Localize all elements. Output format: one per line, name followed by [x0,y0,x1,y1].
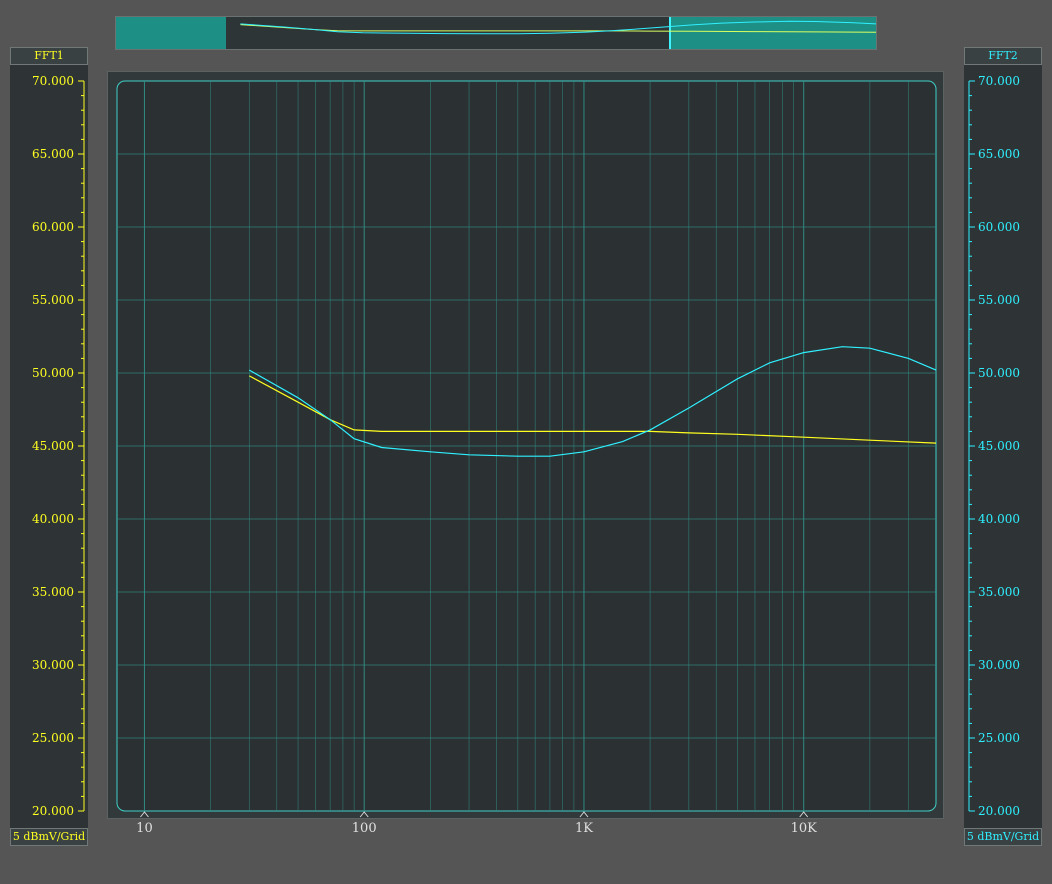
right-tick-label: 50.000 [978,366,1020,380]
left-tick-label: 30.000 [32,658,74,672]
x-axis-tick [579,811,589,818]
right-tick-label: 65.000 [978,147,1020,161]
left-tick-label: 55.000 [32,293,74,307]
left-y-axis: 20.000 25.000 30.000 35.000 40.000 45.000 50.0… [32,74,85,818]
right-tick-label: 55.000 [978,293,1020,307]
right-y-axis: 20.000 25.000 30.000 35.000 40.000 45.000 50.0… [968,74,1020,818]
x-axis-tick [799,811,809,818]
x-tick-label: 100 [352,821,377,836]
right-tick-label: 60.000 [978,220,1020,234]
x-axis: 10 100 1K 10K [136,811,818,836]
right-tick-label: 40.000 [978,512,1020,526]
left-tick-label: 35.000 [32,585,74,599]
right-tick-label: 70.000 [978,74,1020,88]
x-tick-label: 1K [575,821,593,836]
right-tick-label: 25.000 [978,731,1020,745]
right-tick-label: 45.000 [978,439,1020,453]
left-tick-label: 70.000 [32,74,74,88]
left-tick-label: 25.000 [32,731,74,745]
right-tick-label: 20.000 [978,804,1020,818]
right-tick-label: 30.000 [978,658,1020,672]
left-tick-label: 50.000 [32,366,74,380]
x-tick-label: 10 [136,821,153,836]
left-tick-label: 45.000 [32,439,74,453]
x-tick-label: 10K [791,821,818,836]
right-tick-label: 35.000 [978,585,1020,599]
x-axis-tick [359,811,369,818]
x-axis-tick [140,811,149,818]
left-tick-label: 60.000 [32,220,74,234]
left-tick-label: 20.000 [32,804,74,818]
chart-svg: 20.000 25.000 30.000 35.000 40.000 45.000 50.0… [32,74,1020,836]
left-tick-label: 65.000 [32,147,74,161]
left-tick-label: 40.000 [32,512,74,526]
